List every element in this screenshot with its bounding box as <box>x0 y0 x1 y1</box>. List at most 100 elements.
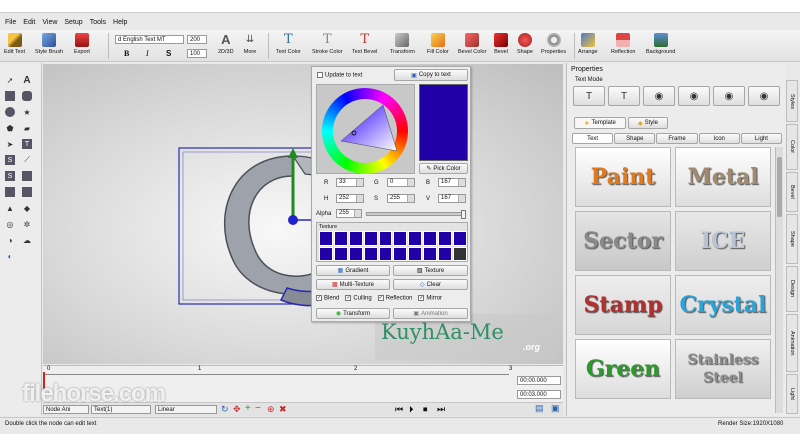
side-tab-bevel[interactable]: Bevel <box>786 172 798 212</box>
tab-template[interactable]: ★ Template <box>574 117 626 129</box>
stroke-color-button[interactable]: T Stroke Color <box>312 33 343 56</box>
menu-tools[interactable]: Tools <box>90 19 106 26</box>
text-mode-button[interactable]: ◉ <box>748 86 780 106</box>
scrollbar-thumb[interactable] <box>777 157 782 217</box>
template-crystal[interactable]: Crystal <box>675 275 771 335</box>
menu-setup[interactable]: Setup <box>64 19 82 26</box>
texture-cell[interactable] <box>348 231 363 246</box>
texture-cell[interactable] <box>453 246 467 261</box>
r-input[interactable]: 33 <box>336 178 364 187</box>
triangle-tool-icon[interactable]: ▲ <box>5 203 15 213</box>
refresh-icon[interactable]: ↻ <box>221 404 229 415</box>
texture-cell[interactable] <box>319 246 333 261</box>
parallelogram-tool-icon[interactable]: ▰ <box>22 123 32 133</box>
grid-tool-icon[interactable] <box>22 187 32 197</box>
keyframe-icon[interactable]: ✥ <box>233 404 241 415</box>
bevel-color-button[interactable]: Bevel Color <box>458 33 486 55</box>
texture-cell[interactable] <box>393 231 408 246</box>
texture-cell[interactable] <box>438 231 453 246</box>
bevel-button[interactable]: Bevel <box>494 33 508 55</box>
color-wheel-area[interactable] <box>316 84 415 174</box>
mirror-checkbox[interactable]: ✓ Mirror <box>418 295 442 302</box>
swirl-tool-icon[interactable]: ◐ <box>5 251 15 261</box>
template-ice[interactable]: ICE <box>675 211 771 271</box>
arc-tool-icon[interactable]: ◑ <box>5 235 15 245</box>
subtab-light[interactable]: Light <box>740 133 783 144</box>
texture-cell[interactable] <box>333 231 348 246</box>
v-input[interactable]: 167 <box>438 194 466 203</box>
export-button[interactable]: Export <box>74 33 90 55</box>
arrange-button[interactable]: Arrange <box>578 33 598 55</box>
font-size-field[interactable]: 200 <box>187 35 207 44</box>
side-tab-shape[interactable]: Shape <box>786 214 798 264</box>
gear-tool-icon[interactable]: ✲ <box>22 219 32 229</box>
alpha-slider-thumb[interactable] <box>461 210 466 219</box>
text-mode-button[interactable]: ◉ <box>643 86 675 106</box>
texture-cell[interactable] <box>393 246 408 261</box>
line-tool-icon[interactable]: ⟋ <box>22 155 32 165</box>
menu-view[interactable]: View <box>42 19 57 26</box>
reflection-checkbox[interactable]: ✓ Reflection <box>377 295 412 302</box>
texture-cell[interactable] <box>438 246 453 261</box>
delete-key-icon[interactable]: ✖ <box>279 404 287 415</box>
strike-button[interactable]: S <box>166 49 171 58</box>
template-sector[interactable]: Sector <box>575 211 671 271</box>
cloud-tool-icon[interactable]: ☁ <box>22 235 32 245</box>
text-mode-button[interactable]: ◉ <box>713 86 745 106</box>
template-paint[interactable]: Paint <box>575 147 671 207</box>
clear-button[interactable]: ◇ Clear <box>393 279 468 290</box>
symbol-tool-icon[interactable]: S <box>5 155 15 165</box>
italic-button[interactable]: I <box>146 49 149 58</box>
render-icon[interactable]: ▤ <box>535 403 544 414</box>
texture-cell[interactable] <box>408 231 423 246</box>
image-tool-icon[interactable] <box>22 171 32 181</box>
texture-cell[interactable] <box>378 231 393 246</box>
ring-tool-icon[interactable]: ◎ <box>5 219 15 229</box>
g-input[interactable]: 0 <box>387 178 415 187</box>
texture-cell[interactable] <box>378 246 393 261</box>
texture-cell[interactable] <box>363 246 378 261</box>
design-canvas[interactable]: KuyhAa-Me .org <box>43 64 563 364</box>
subtab-icon[interactable]: Icon <box>698 133 740 144</box>
copy-key-icon[interactable]: ⊕ <box>267 404 275 415</box>
blend-checkbox[interactable]: ✓ Blend <box>316 295 339 302</box>
rounded-rect-tool-icon[interactable] <box>22 91 32 101</box>
fill-color-button[interactable]: Fill Color <box>427 33 449 55</box>
s-input[interactable]: 255 <box>387 194 415 203</box>
alpha-slider[interactable] <box>366 210 466 219</box>
total-time-field[interactable]: 00:03.000 <box>517 390 561 399</box>
copy-to-text-button[interactable]: ▣ Copy to text <box>394 69 468 81</box>
h-input[interactable]: 252 <box>336 194 364 203</box>
picture-tool-icon[interactable] <box>5 187 15 197</box>
stop-icon[interactable]: ⏹ <box>423 404 428 415</box>
template-green[interactable]: Green <box>575 339 671 399</box>
shape-button[interactable]: Shape <box>517 33 533 55</box>
subtab-shape[interactable]: Shape <box>614 133 656 144</box>
properties-button[interactable]: Properties <box>541 33 566 55</box>
subtab-frame[interactable]: Frame <box>656 133 698 144</box>
menu-edit[interactable]: Edit <box>23 19 35 26</box>
text-frame-tool-icon[interactable]: T <box>22 139 32 149</box>
update-to-text-checkbox[interactable]: Update to text <box>317 72 362 79</box>
add-key-icon[interactable]: + <box>245 403 251 414</box>
gradient-button[interactable]: ▦ Gradient <box>316 265 390 276</box>
remove-key-icon[interactable]: − <box>255 403 261 414</box>
ellipse-tool-icon[interactable] <box>5 107 15 117</box>
font-name-select[interactable]: d English Text MT <box>115 35 184 44</box>
rewind-icon[interactable]: ⏮ <box>395 404 403 415</box>
settings-icon[interactable]: ▣ <box>551 403 560 414</box>
subtab-text[interactable]: Text <box>572 133 614 144</box>
template-stamp[interactable]: Stamp <box>575 275 671 335</box>
side-tab-light[interactable]: Light <box>786 374 798 414</box>
scale-field[interactable]: 100 <box>187 49 207 58</box>
text-bevel-button[interactable]: T Text Bevel <box>352 33 377 56</box>
text-color-button[interactable]: T Text Color <box>276 33 301 56</box>
diamond-tool-icon[interactable]: ◆ <box>22 203 32 213</box>
mode-2d3d-button[interactable]: A 2D/3D <box>218 33 234 56</box>
menu-file[interactable]: File <box>5 19 16 26</box>
template-scrollbar[interactable] <box>775 147 783 413</box>
texture-grid[interactable] <box>319 231 467 261</box>
reflection-button[interactable]: Reflection <box>611 33 635 55</box>
texture-cell[interactable] <box>319 231 333 246</box>
texture-cell[interactable] <box>363 231 378 246</box>
